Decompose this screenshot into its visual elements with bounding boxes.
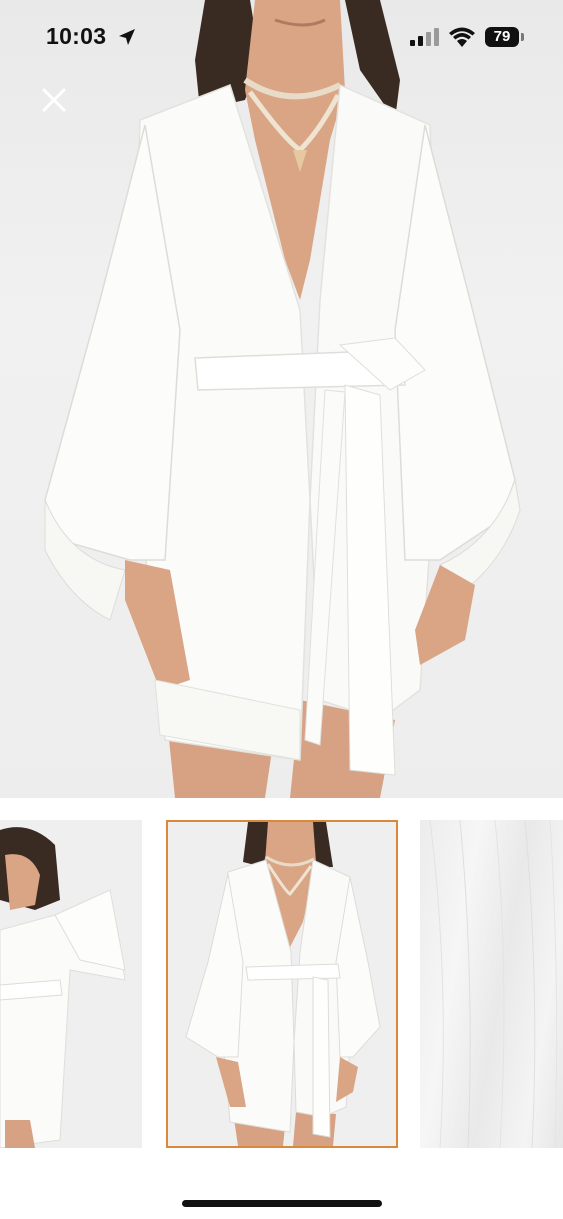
thumbnail-side-view[interactable] bbox=[0, 820, 142, 1148]
thumbnail-fabric-closeup[interactable] bbox=[420, 820, 563, 1148]
wifi-icon bbox=[449, 27, 475, 47]
battery-tip bbox=[521, 33, 524, 41]
battery-level: 79 bbox=[493, 28, 511, 45]
status-time: 10:03 bbox=[46, 23, 107, 49]
status-bar: 10:03 79 bbox=[0, 0, 563, 70]
thumbnail-front-view[interactable] bbox=[166, 820, 398, 1148]
close-icon bbox=[42, 88, 66, 112]
location-arrow-icon bbox=[119, 29, 135, 45]
close-button[interactable] bbox=[38, 84, 70, 116]
home-indicator[interactable] bbox=[182, 1200, 382, 1207]
thumbnail-strip bbox=[0, 820, 563, 1148]
cellular-signal-icon bbox=[410, 28, 439, 46]
main-product-image[interactable] bbox=[0, 0, 563, 798]
